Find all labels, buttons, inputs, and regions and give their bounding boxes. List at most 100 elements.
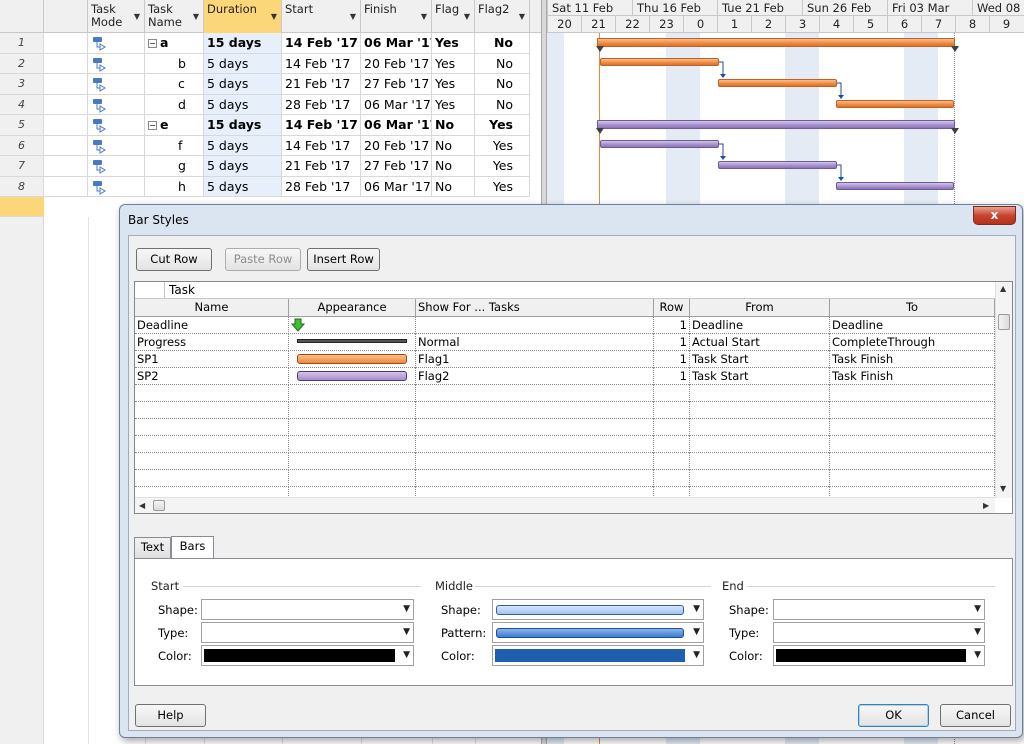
scroll-up-icon[interactable]: ▲ xyxy=(1000,284,1006,293)
appearance-cell[interactable] xyxy=(289,453,416,470)
flag2-cell[interactable]: No xyxy=(475,94,530,115)
show-for-cell[interactable] xyxy=(416,419,654,436)
middle-shape-select[interactable]: ▼ xyxy=(492,599,704,620)
appearance-cell[interactable] xyxy=(289,419,416,436)
row-cell[interactable] xyxy=(654,419,690,436)
style-row-empty[interactable] xyxy=(135,470,995,487)
task-name-cell[interactable]: c xyxy=(145,74,204,95)
table-row[interactable]: 4 d5 days 28 Feb '17 06 Mar '17 Yes No xyxy=(0,94,545,115)
chevron-down-icon[interactable]: ▼ xyxy=(271,10,277,23)
start-header[interactable]: Start ▼ xyxy=(282,0,361,33)
style-row-empty[interactable] xyxy=(135,436,995,453)
duration-cell[interactable]: 5 days xyxy=(204,74,282,95)
table-row[interactable]: 1− a 15 days 14 Feb '17 06 Mar '17 Yes No xyxy=(0,33,545,54)
from-cell[interactable]: Deadline xyxy=(690,317,830,334)
duration-cell[interactable]: 15 days xyxy=(204,115,282,136)
from-column-header[interactable]: From xyxy=(690,299,830,317)
start-shape-select[interactable]: ▼ xyxy=(201,599,414,620)
cut-row-button[interactable]: Cut Row xyxy=(136,248,212,271)
task-name-cell[interactable]: d xyxy=(145,94,204,115)
row-column-header[interactable]: Row xyxy=(654,299,690,317)
start-cell[interactable]: 21 Feb '17 xyxy=(282,156,361,177)
close-button[interactable]: x xyxy=(973,206,1016,225)
row-number[interactable]: 1 xyxy=(0,33,44,54)
duration-cell[interactable]: 15 days xyxy=(204,33,282,54)
name-cell[interactable]: Progress xyxy=(135,334,289,351)
task-mode-cell[interactable] xyxy=(88,94,145,115)
finish-cell[interactable]: 06 Mar '17 xyxy=(361,33,432,54)
to-cell[interactable] xyxy=(830,419,995,436)
end-color-select[interactable]: ▼ xyxy=(773,645,985,666)
row-cell[interactable] xyxy=(654,453,690,470)
row-cell[interactable] xyxy=(654,436,690,453)
start-type-select[interactable]: ▼ xyxy=(201,622,414,643)
task-name-cell[interactable]: h xyxy=(145,176,204,197)
task-mode-cell[interactable] xyxy=(88,33,145,54)
flag2-cell[interactable]: No xyxy=(475,53,530,74)
appearance-column-header[interactable]: Appearance xyxy=(289,299,416,317)
tab-bars[interactable]: Bars xyxy=(171,536,214,558)
name-cell[interactable] xyxy=(135,419,289,436)
table-row[interactable]: 3 c5 days 21 Feb '17 27 Feb '17 Yes No xyxy=(0,74,545,95)
task-mode-cell[interactable] xyxy=(88,156,145,177)
from-cell[interactable] xyxy=(690,419,830,436)
row-number[interactable]: 5 xyxy=(0,115,44,136)
paste-row-button[interactable]: Paste Row xyxy=(225,248,301,271)
to-cell[interactable]: Task Finish xyxy=(830,351,995,368)
show-for-cell[interactable] xyxy=(416,402,654,419)
style-row-progress[interactable]: Progress Normal 1 Actual Start CompleteThrou… xyxy=(135,334,995,351)
duration-cell[interactable]: 5 days xyxy=(204,94,282,115)
row-number[interactable]: 7 xyxy=(0,156,44,177)
start-cell[interactable]: 14 Feb '17 xyxy=(282,33,361,54)
scroll-right-icon[interactable]: ▶ xyxy=(983,501,989,510)
task-mode-cell[interactable] xyxy=(88,74,145,95)
appearance-cell[interactable] xyxy=(289,334,416,351)
middle-pattern-select[interactable]: ▼ xyxy=(492,622,704,643)
chevron-down-icon[interactable]: ▼ xyxy=(134,10,140,23)
to-cell[interactable] xyxy=(830,470,995,487)
help-button[interactable]: Help xyxy=(135,704,206,727)
name-cell[interactable]: SP1 xyxy=(135,351,289,368)
name-cell[interactable] xyxy=(135,453,289,470)
row-cell[interactable]: 1 xyxy=(654,317,690,334)
finish-cell[interactable]: 20 Feb '17 xyxy=(361,135,432,156)
name-cell[interactable] xyxy=(135,436,289,453)
from-cell[interactable]: Actual Start xyxy=(690,334,830,351)
name-cell[interactable]: Deadline xyxy=(135,317,289,334)
style-row-empty[interactable] xyxy=(135,419,995,436)
to-column-header[interactable]: To xyxy=(830,299,995,317)
to-cell[interactable] xyxy=(830,453,995,470)
style-row-empty[interactable] xyxy=(135,402,995,419)
task-mode-cell[interactable] xyxy=(88,135,145,156)
flag2-cell[interactable]: Yes xyxy=(475,135,530,156)
indicators-header[interactable]: i xyxy=(44,0,88,33)
name-cell[interactable] xyxy=(135,470,289,487)
flag-header[interactable]: Flag ▼ xyxy=(432,0,475,33)
flag2-cell[interactable]: Yes xyxy=(475,176,530,197)
row-cell[interactable] xyxy=(654,385,690,402)
show-for-cell[interactable]: Normal xyxy=(416,334,654,351)
selected-empty-row-number[interactable] xyxy=(0,197,44,217)
row-cell[interactable]: 1 xyxy=(654,351,690,368)
table-row[interactable]: 6 f5 days 14 Feb '17 20 Feb '17 No Yes xyxy=(0,135,545,156)
row-cell[interactable]: 1 xyxy=(654,368,690,385)
finish-cell[interactable]: 06 Mar '17 xyxy=(361,94,432,115)
chevron-down-icon[interactable]: ▼ xyxy=(193,10,199,23)
start-cell[interactable]: 21 Feb '17 xyxy=(282,74,361,95)
style-row-deadline[interactable]: Deadline 1 Deadline Deadline xyxy=(135,317,995,334)
table-row[interactable]: 2 b5 days 14 Feb '17 20 Feb '17 Yes No xyxy=(0,53,545,74)
row-number[interactable]: 2 xyxy=(0,53,44,74)
finish-cell[interactable]: 27 Feb '17 xyxy=(361,156,432,177)
appearance-cell[interactable] xyxy=(289,436,416,453)
task-mode-cell[interactable] xyxy=(88,53,145,74)
to-cell[interactable] xyxy=(830,385,995,402)
flag-cell[interactable]: No xyxy=(432,156,475,177)
task-name-cell[interactable]: g xyxy=(145,156,204,177)
scroll-down-icon[interactable]: ▼ xyxy=(1000,484,1006,493)
middle-color-select[interactable]: ▼ xyxy=(492,645,704,666)
chevron-down-icon[interactable]: ▼ xyxy=(519,10,525,23)
chevron-down-icon[interactable]: ▼ xyxy=(350,10,356,23)
flag-cell[interactable]: Yes xyxy=(432,94,475,115)
row-number[interactable]: 4 xyxy=(0,94,44,115)
show-for-cell[interactable] xyxy=(416,436,654,453)
